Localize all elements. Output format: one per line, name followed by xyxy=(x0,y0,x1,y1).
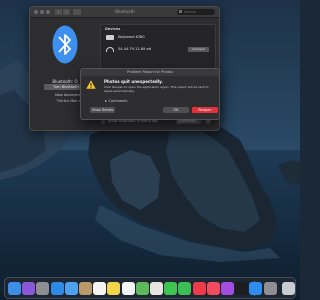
launchpad-icon[interactable] xyxy=(36,282,50,295)
forward-button[interactable]: › xyxy=(63,9,70,15)
window-title: Bluetooth xyxy=(115,9,135,14)
messages-icon[interactable] xyxy=(164,282,178,295)
photos-icon[interactable] xyxy=(150,282,163,295)
dock xyxy=(4,277,296,299)
connect-button[interactable]: Connect xyxy=(188,47,209,52)
minimize-window-button[interactable] xyxy=(40,10,44,14)
finder-icon[interactable] xyxy=(8,282,21,295)
ok-button[interactable]: OK xyxy=(163,107,189,113)
news-icon[interactable] xyxy=(192,282,206,295)
contacts-icon[interactable] xyxy=(79,282,92,295)
keyboard-icon xyxy=(106,35,114,40)
warning-icon xyxy=(86,80,96,90)
zoom-window-button[interactable] xyxy=(46,10,50,14)
trash-icon[interactable] xyxy=(282,282,295,295)
device-row[interactable]: Keyboard K380 xyxy=(101,33,215,44)
comments-disclosure[interactable]: Comments xyxy=(105,99,127,103)
device-name: Keyboard K380 xyxy=(118,35,145,39)
safari-icon[interactable] xyxy=(50,282,64,295)
device-row[interactable]: 54-44-79-11-89-ed Connect xyxy=(101,45,215,56)
show-details-button[interactable]: Show Details xyxy=(90,107,115,113)
window-titlebar: ‹ › Bluetooth Search xyxy=(30,7,219,18)
siri-icon[interactable] xyxy=(22,282,36,295)
music-icon[interactable] xyxy=(206,282,220,295)
search-placeholder: Search xyxy=(184,10,197,14)
reminders-icon[interactable] xyxy=(121,282,135,295)
devices-header: Devices xyxy=(105,27,121,31)
system-preferences-icon[interactable] xyxy=(263,282,277,295)
appstore-icon[interactable] xyxy=(249,282,263,295)
facetime-icon[interactable] xyxy=(178,282,192,295)
reopen-button[interactable]: Reopen xyxy=(192,107,218,113)
tv-icon[interactable] xyxy=(235,282,249,295)
disclosure-triangle-icon xyxy=(105,100,107,102)
device-name: 54-44-79-11-89-ed xyxy=(118,47,151,51)
show-all-grid-button[interactable] xyxy=(73,9,81,15)
notes-icon[interactable] xyxy=(107,282,121,295)
dialog-title: Problem Report for Photos xyxy=(81,69,219,76)
show-in-menu-bar-checkbox[interactable] xyxy=(101,120,105,124)
mail-icon[interactable] xyxy=(64,282,78,295)
search-icon xyxy=(179,10,182,13)
comments-label: Comments xyxy=(108,99,128,103)
podcasts-icon[interactable] xyxy=(221,282,234,295)
bluetooth-icon xyxy=(52,25,78,64)
close-window-button[interactable] xyxy=(34,10,38,14)
problem-report-dialog: Problem Report for Photos Photos quit un… xyxy=(80,68,220,120)
calendar-icon[interactable] xyxy=(93,282,107,295)
dialog-message: Click Reopen to open the application aga… xyxy=(104,85,209,93)
back-button[interactable]: ‹ xyxy=(55,9,62,15)
dialog-heading: Photos quit unexpectedly. xyxy=(104,79,163,84)
maps-icon[interactable] xyxy=(135,282,149,295)
headphones-icon xyxy=(106,47,114,52)
search-input[interactable]: Search xyxy=(177,9,215,15)
